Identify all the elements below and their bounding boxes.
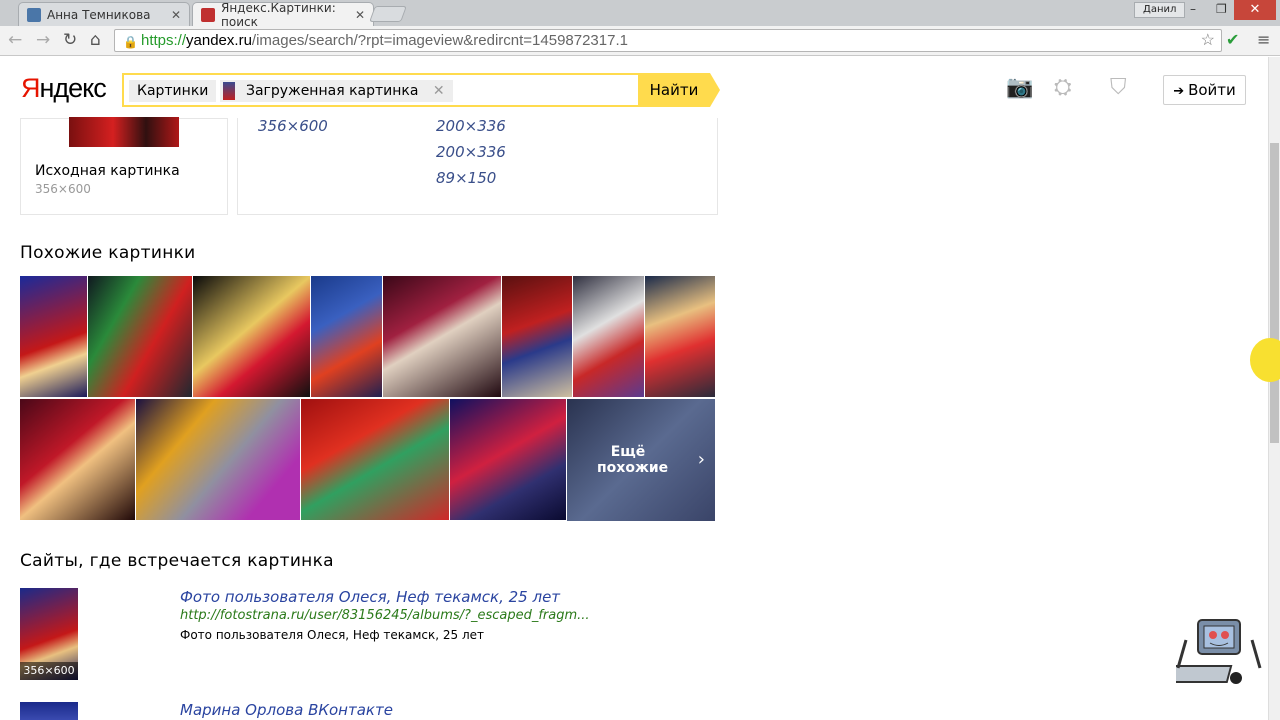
sites-section-title: Сайты, где встречается картинка (20, 551, 334, 571)
tab-vk[interactable]: Анна Темникова ✕ (18, 2, 190, 26)
logo-rest: ндекс (39, 73, 107, 103)
yandex-images-favicon-icon (201, 7, 215, 22)
robot-mascot-icon (1176, 619, 1262, 684)
login-icon: ➔ (1173, 84, 1185, 99)
similar-images-title: Похожие картинки (20, 243, 196, 263)
new-tab-button[interactable] (369, 6, 407, 22)
reload-icon[interactable]: ↻ (63, 30, 77, 50)
original-image-size: 356×600 (35, 182, 91, 196)
original-image-card: Исходная картинка 356×600 (20, 117, 228, 215)
more-similar-tile[interactable]: Ещё похожие › (567, 399, 715, 521)
tab-label: Анна Темникова (47, 7, 151, 22)
search-box[interactable]: Картинки Загруженная картинка ✕ (122, 73, 640, 107)
back-icon[interactable]: ← (8, 30, 22, 50)
yandex-header: Яндекс Картинки Загруженная картинка ✕ Н… (0, 57, 1268, 123)
menu-icon[interactable]: ≡ (1257, 30, 1270, 49)
profile-button[interactable]: Данил (1134, 2, 1186, 18)
login-label: Войти (1188, 81, 1236, 99)
maximize-icon[interactable]: ❐ (1216, 2, 1227, 16)
similar-image-tile[interactable] (88, 276, 193, 398)
uploaded-image-label: Загруженная картинка (246, 83, 419, 99)
site-result-title[interactable]: Фото пользователя Олеся, Неф текамск, 25… (180, 588, 560, 606)
similar-image-tile[interactable] (301, 399, 450, 521)
logo-first-letter: Я (21, 73, 40, 103)
ufo-icon[interactable]: ⛭ (1054, 75, 1072, 100)
login-button[interactable]: ➔ Войти (1163, 75, 1246, 105)
url-text: https://yandex.ru/images/search/?rpt=ima… (141, 30, 628, 51)
browser-tab-strip: Анна Темникова ✕ Яндекс.Картинки: поиск … (0, 0, 1280, 29)
similar-image-tile[interactable] (383, 276, 502, 398)
similar-image-tile[interactable] (136, 399, 301, 521)
similar-image-tile[interactable] (502, 276, 573, 398)
size-link[interactable]: 89×150 (436, 169, 496, 187)
find-button[interactable]: Найти (638, 73, 720, 107)
home-icon[interactable]: ⌂ (90, 30, 101, 50)
tab-yandex-images[interactable]: Яндекс.Картинки: поиск ✕ (192, 0, 374, 29)
size-link[interactable]: 200×336 (436, 143, 506, 161)
window-close-button[interactable]: ✕ (1234, 0, 1276, 20)
similar-image-tile[interactable] (645, 276, 716, 398)
more-similar-line1: Ещё (610, 444, 646, 460)
original-image-thumbnail[interactable] (69, 117, 179, 147)
site-result-description: Фото пользователя Олеся, Неф текамск, 25… (180, 628, 485, 642)
address-bar[interactable]: 🔒 https://yandex.ru/images/search/?rpt=i… (114, 29, 1222, 52)
original-image-label: Исходная картинка (35, 163, 180, 179)
site-result-title[interactable]: Марина Орлова ВКонтакте (180, 701, 393, 719)
lock-icon: 🔒 (123, 35, 138, 49)
remove-image-icon[interactable]: ✕ (433, 83, 445, 99)
decorative-blob (1250, 338, 1280, 382)
other-sizes-card: 356×600 200×336 200×336 89×150 (237, 117, 718, 215)
url-path: /images/search/?rpt=imageview&redircnt=1… (251, 32, 628, 49)
more-similar-label: Ещё похожие (597, 444, 668, 476)
similar-image-tile[interactable] (450, 399, 567, 521)
similar-image-tile[interactable] (20, 399, 136, 521)
site-result-url[interactable]: http://fotostrana.ru/user/83156245/album… (180, 608, 590, 623)
shield-extension-icon[interactable]: ✔ (1226, 30, 1239, 49)
url-scheme: https:// (141, 32, 187, 49)
search-section-tag[interactable]: Картинки (129, 80, 217, 102)
url-host: yandex.ru (186, 32, 252, 49)
tab-label: Яндекс.Картинки: поиск (221, 0, 336, 29)
camera-icon[interactable]: 📷 (1006, 75, 1033, 100)
site-thumbnail[interactable] (20, 702, 78, 720)
shield-icon[interactable]: ⛉ (1110, 75, 1127, 100)
more-similar-line2: похожие (597, 460, 669, 476)
close-icon[interactable]: ✕ (355, 8, 365, 22)
yandex-logo[interactable]: Яндекс (21, 73, 107, 104)
page-scrollbar[interactable] (1268, 57, 1280, 720)
similar-images-grid: Ещё похожие › (20, 276, 716, 522)
forward-icon[interactable]: → (36, 30, 50, 50)
vk-favicon-icon (27, 7, 41, 22)
size-link[interactable]: 200×336 (436, 117, 506, 135)
close-icon[interactable]: ✕ (171, 8, 181, 22)
site-thumbnail-size: 356×600 (20, 662, 78, 680)
size-link[interactable]: 356×600 (258, 117, 328, 135)
similar-image-tile[interactable] (573, 276, 645, 398)
similar-image-tile[interactable] (311, 276, 383, 398)
browser-toolbar: ← → ↻ ⌂ 🔒 https://yandex.ru/images/searc… (0, 26, 1280, 56)
scrollbar-thumb[interactable] (1270, 143, 1279, 443)
similar-image-tile[interactable] (193, 276, 311, 398)
uploaded-image-thumbnail (223, 82, 235, 100)
minimize-icon[interactable]: – (1190, 2, 1196, 16)
chevron-right-icon: › (697, 449, 705, 470)
similar-image-tile[interactable] (20, 276, 88, 398)
uploaded-image-tag[interactable]: Загруженная картинка ✕ (220, 80, 453, 102)
bookmark-star-icon[interactable]: ☆ (1201, 30, 1215, 51)
